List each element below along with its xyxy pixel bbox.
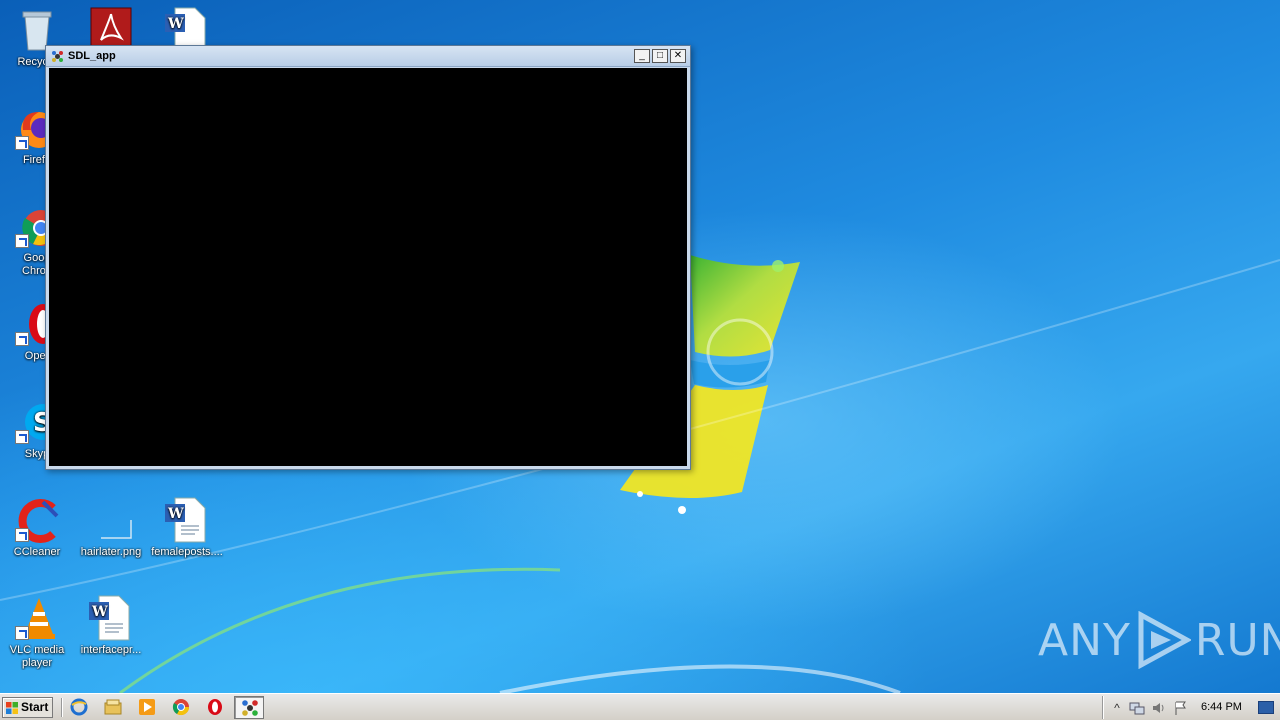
clock[interactable]: 6:44 PM [1201,701,1242,713]
minimize-button[interactable]: _ [634,49,650,63]
svg-text:W: W [167,506,184,522]
sdl-app-icon [52,51,63,62]
show-desktop-button[interactable] [1258,701,1274,714]
desktop-icon-ccleaner[interactable]: CCleaner [0,496,74,559]
watermark-left: ANY [1038,614,1131,666]
windows-flag-icon [6,702,18,714]
desktop-icon-hairlater[interactable]: hairlater.png [74,496,148,559]
volume-icon[interactable] [1151,700,1167,716]
taskbar-task-sdl-app[interactable] [234,696,264,719]
desktop-icon-label: femaleposts.... [151,546,223,558]
desktop-icon-label: CCleaner [13,546,61,558]
start-button[interactable]: Start [2,697,53,718]
play-logo-icon [1138,611,1191,669]
ccleaner-icon [13,496,61,544]
sdl-app-icon [242,700,258,716]
desktop-icon-label: hairlater.png [80,546,142,558]
network-icon[interactable] [1129,700,1145,716]
window-title: SDL_app [68,50,116,62]
desktop-icon-label: interfacepr... [80,644,142,656]
explorer-icon[interactable] [104,698,124,718]
svg-text:W: W [167,16,184,32]
media-player-icon[interactable] [138,698,158,718]
desktop: Recycle W Firefo Goog Chron Oper S Skyp … [0,0,1280,693]
word-doc-icon: W [87,594,135,642]
window-titlebar[interactable]: SDL_app _ □ ✕ [46,46,690,67]
window-client-area[interactable] [49,68,687,466]
svg-text:W: W [91,604,108,620]
system-tray: ^ 6:44 PM [1102,696,1280,719]
desktop-icon-interfacepr[interactable]: W interfacepr... [74,594,148,657]
vlc-icon [13,594,61,642]
watermark-right: RUN [1194,614,1280,666]
taskbar: Start ^ 6:44 PM [0,693,1280,720]
desktop-icon-label: VLC media player [9,644,65,669]
desktop-icon-vlc[interactable]: VLC media player [0,594,74,670]
sdl-app-window[interactable]: SDL_app _ □ ✕ [45,45,691,470]
image-file-icon [87,496,135,544]
action-center-flag-icon[interactable] [1173,700,1189,716]
opera-icon[interactable] [206,698,226,718]
close-button[interactable]: ✕ [670,49,686,63]
word-doc-icon: W [163,496,211,544]
ie-icon[interactable] [70,698,90,718]
start-label: Start [21,700,49,714]
show-hidden-icons-icon[interactable]: ^ [1109,700,1125,716]
desktop-icon-femaleposts[interactable]: W femaleposts.... [150,496,224,559]
taskbar-separator [61,698,63,717]
maximize-button[interactable]: □ [652,49,668,63]
anyrun-watermark: ANY RUN [1038,608,1280,672]
chrome-icon[interactable] [172,698,192,718]
